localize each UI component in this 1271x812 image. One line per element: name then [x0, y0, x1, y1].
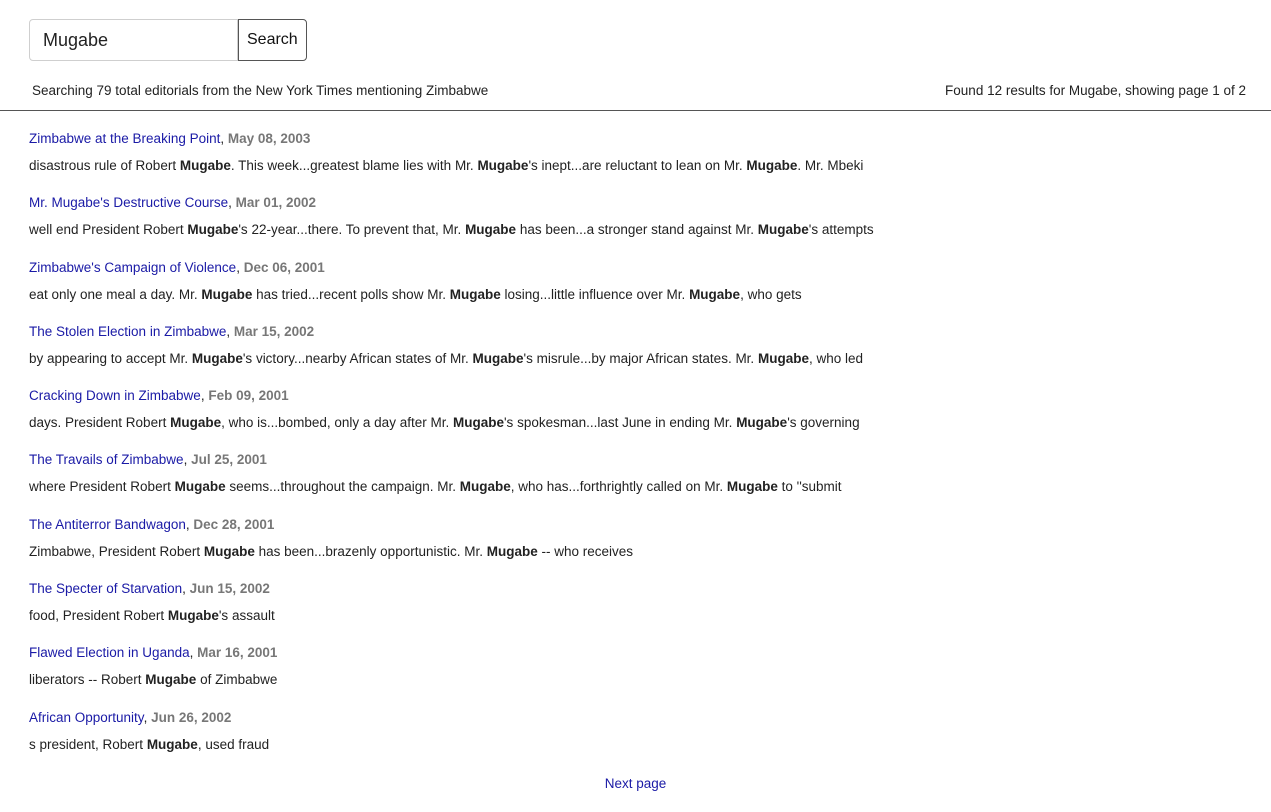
highlighted-term: Mugabe [167, 608, 219, 624]
result-separator: , [143, 709, 152, 725]
result-title-link[interactable]: Mr. Mugabe's Destructive Course [29, 195, 228, 210]
highlighted-term: Mugabe [449, 286, 501, 302]
search-button[interactable]: Search [238, 19, 307, 61]
result-separator: , [228, 195, 236, 211]
result-header: Flawed Election in Uganda, Mar 16, 2001 [29, 643, 1249, 664]
result-snippet: s president, Robert Mugabe, used fraud [29, 736, 270, 752]
result-item: Cracking Down in Zimbabwe, Feb 09, 2001 … [29, 386, 1249, 450]
results-summary: Found 12 results for Mugabe, showing pag… [945, 83, 1246, 98]
highlighted-term: Mugabe [191, 350, 243, 366]
highlighted-term: Mugabe [757, 222, 809, 238]
result-date: Mar 01, 2002 [235, 195, 316, 211]
result-date: Dec 06, 2001 [243, 259, 325, 275]
search-form: Search [29, 19, 307, 61]
result-date: Mar 15, 2002 [233, 323, 315, 339]
result-snippet: by appearing to accept Mr. Mugabe's vict… [29, 350, 864, 366]
results-list: Zimbabwe at the Breaking Point, May 08, … [29, 129, 1249, 772]
highlighted-term: Mugabe [726, 479, 778, 495]
result-date: Dec 28, 2001 [193, 516, 275, 532]
result-item: African Opportunity, Jun 26, 2002 s pres… [29, 708, 1249, 772]
highlighted-term: Mugabe [472, 350, 524, 366]
result-item: The Stolen Election in Zimbabwe, Mar 15,… [29, 322, 1249, 386]
highlighted-term: Mugabe [486, 543, 538, 559]
corpus-summary: Searching 79 total editorials from the N… [32, 83, 489, 98]
result-header: African Opportunity, Jun 26, 2002 [29, 708, 1249, 729]
result-item: Zimbabwe's Campaign of Violence, Dec 06,… [29, 258, 1249, 322]
result-item: Zimbabwe at the Breaking Point, May 08, … [29, 129, 1249, 193]
result-header: Mr. Mugabe's Destructive Course, Mar 01,… [29, 193, 1249, 214]
highlighted-term: Mugabe [179, 158, 231, 173]
result-header: The Travails of Zimbabwe, Jul 25, 2001 [29, 450, 1249, 471]
result-item: The Antiterror Bandwagon, Dec 28, 2001 Z… [29, 515, 1249, 579]
result-date: Mar 16, 2001 [197, 645, 278, 661]
pagination: Next page [0, 776, 1271, 791]
result-header: The Stolen Election in Zimbabwe, Mar 15,… [29, 322, 1249, 343]
result-snippet: food, President Robert Mugabe's assault [29, 608, 275, 624]
highlighted-term: Mugabe [746, 158, 798, 173]
result-snippet: Zimbabwe, President Robert Mugabe has be… [29, 543, 634, 559]
result-separator: , [226, 323, 234, 339]
highlighted-term: Mugabe [174, 479, 226, 495]
highlighted-term: Mugabe [459, 479, 511, 495]
result-separator: , [220, 131, 228, 146]
result-title-link[interactable]: African Opportunity [29, 710, 144, 725]
result-date: Jun 26, 2002 [151, 709, 232, 725]
next-page-link[interactable]: Next page [605, 776, 667, 791]
result-snippet: well end President Robert Mugabe's 22-ye… [29, 222, 874, 238]
result-item: The Travails of Zimbabwe, Jul 25, 2001 w… [29, 450, 1249, 514]
result-date: Feb 09, 2001 [208, 388, 289, 404]
result-title-link[interactable]: Zimbabwe's Campaign of Violence [29, 260, 236, 275]
result-snippet: eat only one meal a day. Mr. Mugabe has … [29, 286, 802, 302]
highlighted-term: Mugabe [736, 415, 788, 431]
result-snippet: where President Robert Mugabe seems...th… [29, 479, 842, 495]
result-item: Flawed Election in Uganda, Mar 16, 2001 … [29, 643, 1249, 707]
result-separator: , [189, 645, 198, 661]
result-date: May 08, 2003 [227, 131, 311, 146]
result-title-link[interactable]: The Antiterror Bandwagon [29, 517, 186, 532]
result-title-link[interactable]: The Specter of Starvation [29, 581, 182, 596]
result-header: Cracking Down in Zimbabwe, Feb 09, 2001 [29, 386, 1249, 407]
highlighted-term: Mugabe [689, 286, 741, 302]
highlighted-term: Mugabe [146, 736, 198, 752]
highlighted-term: Mugabe [187, 222, 239, 238]
result-date: Jun 15, 2002 [189, 581, 270, 597]
result-title-link[interactable]: Zimbabwe at the Breaking Point [29, 131, 220, 146]
highlighted-term: Mugabe [145, 672, 197, 688]
highlighted-term: Mugabe [452, 415, 504, 431]
stats-bar: Searching 79 total editorials from the N… [0, 80, 1271, 111]
result-date: Jul 25, 2001 [191, 452, 267, 468]
result-header: Zimbabwe's Campaign of Violence, Dec 06,… [29, 258, 1249, 279]
highlighted-term: Mugabe [170, 415, 222, 431]
result-title-link[interactable]: Flawed Election in Uganda [29, 645, 190, 660]
result-separator: , [183, 452, 192, 468]
result-snippet: disastrous rule of Robert Mugabe. This w… [29, 158, 864, 173]
result-title-link[interactable]: The Stolen Election in Zimbabwe [29, 324, 226, 339]
result-title-link[interactable]: The Travails of Zimbabwe [29, 452, 184, 467]
highlighted-term: Mugabe [203, 543, 255, 559]
result-snippet: days. President Robert Mugabe, who is...… [29, 415, 860, 431]
result-separator: , [236, 259, 244, 275]
result-header: The Antiterror Bandwagon, Dec 28, 2001 [29, 515, 1249, 536]
search-input[interactable] [29, 19, 238, 61]
result-snippet: liberators -- Robert Mugabe of Zimbabwe [29, 672, 278, 688]
highlighted-term: Mugabe [465, 222, 517, 238]
result-title-link[interactable]: Cracking Down in Zimbabwe [29, 388, 201, 403]
result-header: The Specter of Starvation, Jun 15, 2002 [29, 579, 1249, 600]
result-separator: , [182, 581, 190, 597]
highlighted-term: Mugabe [201, 286, 253, 302]
highlighted-term: Mugabe [757, 350, 809, 366]
result-item: Mr. Mugabe's Destructive Course, Mar 01,… [29, 193, 1249, 257]
result-header: Zimbabwe at the Breaking Point, May 08, … [29, 129, 1249, 150]
result-item: The Specter of Starvation, Jun 15, 2002 … [29, 579, 1249, 643]
highlighted-term: Mugabe [477, 158, 529, 173]
